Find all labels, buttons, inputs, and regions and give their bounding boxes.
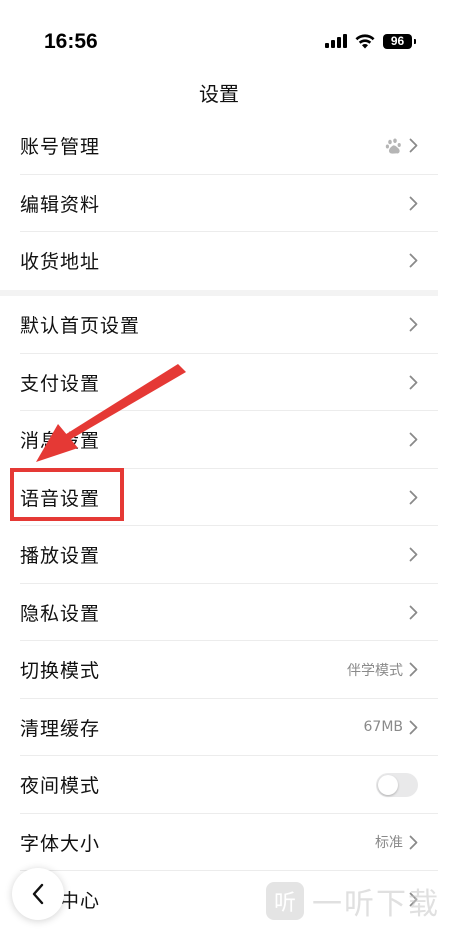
settings-item-label: 收货地址	[20, 251, 101, 274]
status-icons: 96	[325, 33, 416, 49]
settings-item-value: 标准	[375, 835, 403, 852]
settings-item-label: 切换模式	[20, 660, 101, 683]
annotation-highlight-box	[10, 468, 124, 521]
settings-item-edit-profile[interactable]: 编辑资料	[0, 175, 438, 232]
settings-item-label: 播放设置	[20, 545, 101, 568]
battery-icon: 96	[383, 33, 416, 49]
chevron-right-icon	[409, 196, 418, 211]
settings-item-privacy[interactable]: 隐私设置	[0, 584, 438, 641]
chevron-right-icon	[409, 605, 418, 620]
settings-item-playback[interactable]: 播放设置	[0, 526, 438, 584]
settings-item-account[interactable]: 账号管理	[0, 117, 438, 175]
preferences-group: 默认首页设置 支付设置 消息设置 语音设置 播放设置 隐私设置 切换模式 伴学模…	[0, 296, 438, 929]
settings-item-label: 夜间模式	[20, 775, 101, 798]
chevron-right-icon	[409, 375, 418, 390]
page-title: 设置	[199, 82, 239, 106]
settings-item-label: 编辑资料	[20, 193, 101, 216]
chevron-right-icon	[409, 138, 418, 153]
chevron-right-icon	[409, 720, 418, 735]
baidu-paw-icon	[385, 138, 401, 154]
settings-item-default-home[interactable]: 默认首页设置	[0, 296, 438, 354]
watermark-logo: 听	[266, 882, 304, 920]
settings-item-value: 伴学模式	[347, 662, 403, 679]
settings-item-switch-mode[interactable]: 切换模式 伴学模式	[0, 641, 438, 699]
settings-item-night-mode: 夜间模式	[0, 756, 438, 814]
settings-item-label: 默认首页设置	[20, 315, 141, 338]
settings-item-label: 账号管理	[20, 136, 101, 159]
settings-item-label: 消息设置	[20, 430, 101, 453]
status-bar: 16:56 96	[0, 0, 450, 70]
settings-item-value: 67MB	[363, 719, 404, 736]
settings-item-font-size[interactable]: 字体大小 标准	[0, 814, 438, 871]
settings-item-label: 支付设置	[20, 372, 101, 395]
status-time: 16:56	[44, 30, 98, 53]
account-group: 账号管理 编辑资料 收货地址	[0, 117, 438, 290]
chevron-right-icon	[409, 490, 418, 505]
chevron-right-icon	[409, 547, 418, 562]
back-button[interactable]	[12, 868, 64, 920]
settings-item-label: 字体大小	[20, 832, 101, 855]
signal-icon	[325, 34, 347, 48]
chevron-right-icon	[409, 317, 418, 332]
settings-item-address[interactable]: 收货地址	[0, 232, 438, 290]
watermark: 听 一听下载	[266, 879, 440, 923]
chevron-right-icon	[409, 662, 418, 677]
settings-screen: 16:56 96 设置 账号管理 编辑资料 收货地址 默认首页设置 支付设置 消…	[0, 0, 450, 935]
settings-item-label: 隐私设置	[20, 602, 101, 625]
settings-item-label: 清理缓存	[20, 717, 101, 740]
settings-item-clear-cache[interactable]: 清理缓存 67MB	[0, 699, 438, 756]
chevron-left-icon	[32, 883, 44, 905]
chevron-right-icon	[409, 835, 418, 850]
toggle-knob	[378, 774, 398, 795]
night-mode-toggle[interactable]	[376, 772, 418, 797]
wifi-icon	[355, 34, 375, 49]
settings-item-payment[interactable]: 支付设置	[0, 354, 438, 411]
watermark-text: 一听下载	[312, 887, 440, 922]
settings-item-notifications[interactable]: 消息设置	[0, 411, 438, 469]
chevron-right-icon	[409, 432, 418, 447]
chevron-right-icon	[409, 253, 418, 268]
